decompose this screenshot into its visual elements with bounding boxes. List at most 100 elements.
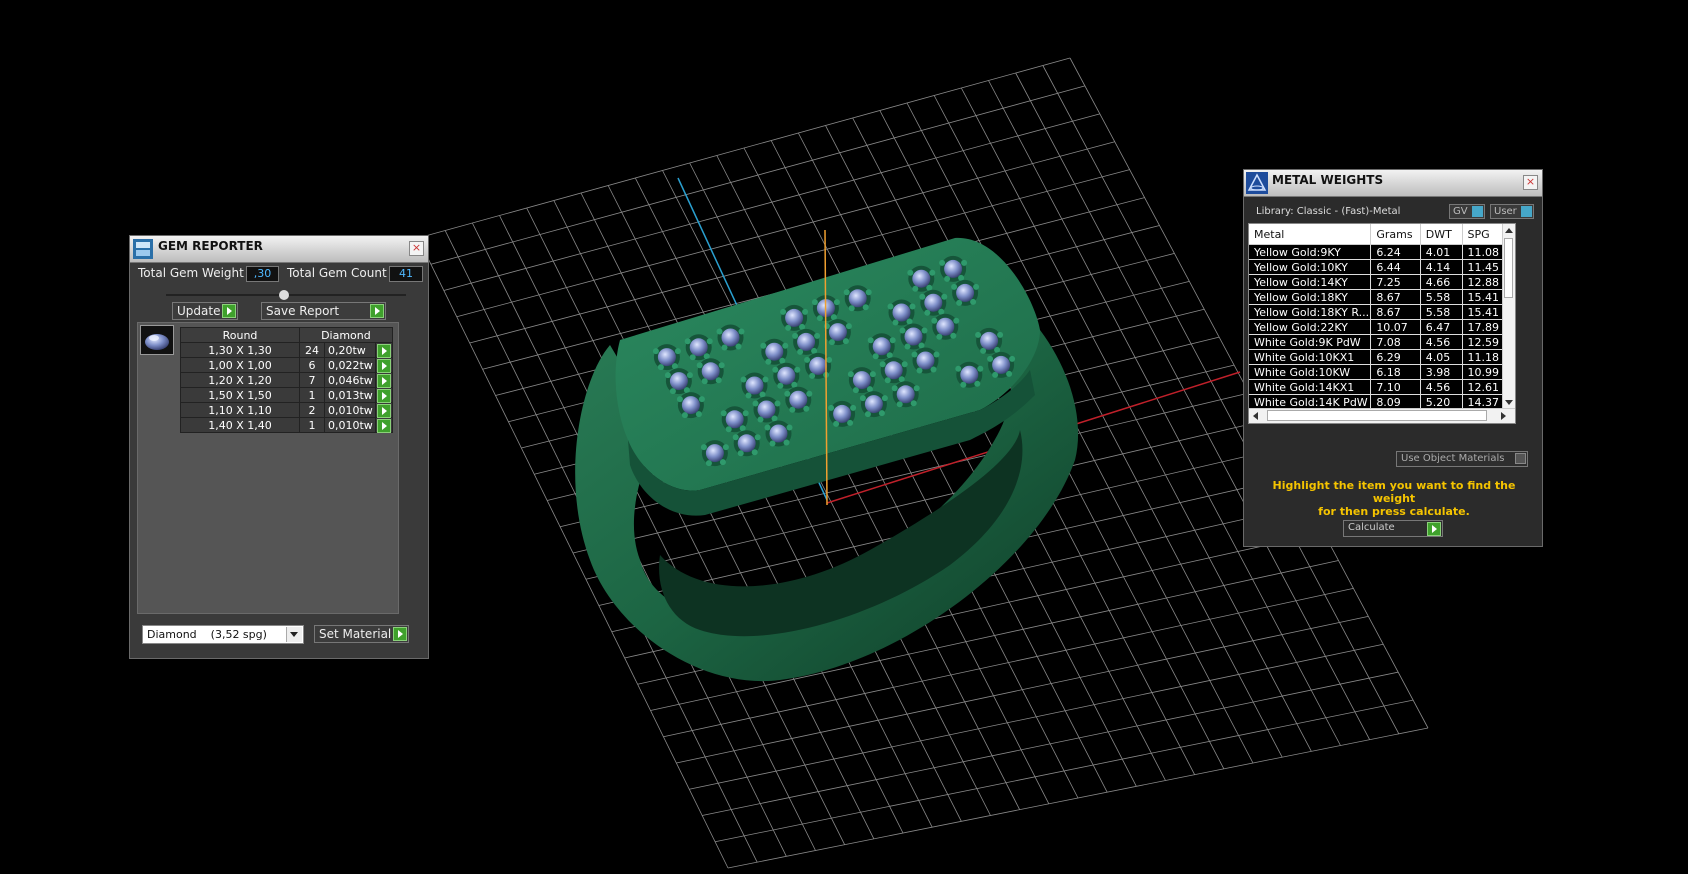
gem-prong [910,400,917,407]
grams-column-header[interactable]: Grams [1370,224,1421,245]
metal-table-row[interactable]: Yellow Gold:14KY 7.25 4.66 12.88 [1249,274,1505,290]
gem-table-row[interactable]: 1,40 X 1,40 1 0,010tw [180,417,393,433]
gem-stone [960,365,979,384]
gem-row-select-button[interactable] [374,417,393,433]
metal-table-row[interactable]: Yellow Gold:18KY 8.67 5.58 15.41 [1249,289,1505,305]
metal-column-header[interactable]: Metal [1249,224,1372,245]
gem-prong [686,372,693,379]
chevron-down-icon[interactable] [286,627,302,642]
metal-table-row[interactable]: Yellow Gold:9KY 6.24 4.01 11.08 [1249,244,1505,260]
metal-grams-cell: 10.07 [1370,319,1421,335]
metal-weights-close-icon[interactable]: × [1523,175,1538,190]
metal-grams-cell: 8.67 [1370,289,1421,305]
gem-prong [843,289,850,296]
gem-prong [879,361,886,368]
metal-grams-cell: 7.10 [1370,379,1421,395]
metal-name-cell: White Gold:10KW [1249,364,1372,380]
gem-prong [974,380,981,387]
grid-line [715,699,1414,843]
gem-row-select-button[interactable] [374,402,393,418]
gem-prong [833,299,840,306]
metal-weights-window[interactable]: METAL WEIGHTS × Library: Classic - (Fast… [1243,169,1543,547]
total-gem-weight-field[interactable]: ,30 [246,266,279,282]
gem-stone [725,410,744,429]
metal-table-row[interactable]: White Gold:14KX1 7.10 4.56 12.61 [1249,379,1505,395]
metal-list-box[interactable]: Metal Grams DWT SPG Yellow Gold:9KY 6.24 4… [1248,223,1516,424]
gem-row-go-icon [376,389,391,403]
spg-column-header[interactable]: SPG [1462,224,1505,245]
scroll-right-arrow-icon[interactable] [1501,412,1506,420]
material-select[interactable]: Diamond (3,52 spg) [142,625,304,644]
set-material-button[interactable]: Set Material [314,625,409,643]
gem-prong [867,337,874,344]
horizontal-scroll-thumb[interactable] [1267,410,1487,421]
gem-prong [878,410,885,417]
gem-prong [779,357,786,364]
vertical-scrollbar[interactable] [1502,224,1515,409]
metal-table-row[interactable]: Yellow Gold:18KY R... 8.67 5.58 15.41 [1249,304,1505,320]
gem-table-row[interactable]: 1,50 X 1,50 1 0,013tw [180,387,393,403]
metal-weights-titlebar[interactable]: METAL WEIGHTS × [1244,170,1542,197]
gem-reporter-window[interactable]: GEM REPORTER × Total Gem Weight ,30 Tota… [129,235,429,659]
gem-prong [765,358,772,365]
gem-row-select-button[interactable] [374,372,393,388]
user-toggle-indicator [1521,206,1532,217]
metal-table-row[interactable]: White Gold:10KW 6.18 3.98 10.99 [1249,364,1505,380]
update-button[interactable]: Update [172,302,238,320]
scroll-left-arrow-icon[interactable] [1253,412,1258,420]
library-label: Library: Classic - (Fast)-Metal [1256,206,1401,217]
gem-row-select-button[interactable] [374,342,393,358]
gem-reporter-close-icon[interactable]: × [409,241,424,256]
gem-prong [738,328,745,335]
gem-stone [936,317,955,336]
scroll-up-arrow-icon[interactable] [1505,228,1513,233]
gem-prong [794,366,801,373]
gem-prong [898,376,905,383]
gv-toggle[interactable]: GV [1449,204,1485,219]
metal-table-row[interactable]: White Gold:9K PdW 7.08 4.56 12.59 [1249,334,1505,350]
gem-stone [689,338,708,357]
use-object-materials-button[interactable]: Use Object Materials [1396,451,1528,467]
scroll-down-arrow-icon[interactable] [1505,400,1513,405]
gem-table-row[interactable]: 1,30 X 1,30 24 0,20tw [180,342,393,358]
metal-table-row[interactable]: White Gold:10KX1 6.29 4.05 11.18 [1249,349,1505,365]
gem-reporter-titlebar[interactable]: GEM REPORTER × [130,236,428,263]
gem-stone [701,362,720,381]
metal-table-row[interactable]: Yellow Gold:22KY 10.07 6.47 17.89 [1249,319,1505,335]
gem-prong [703,353,710,360]
horizontal-scrollbar[interactable] [1249,408,1515,423]
gem-prong [958,274,965,281]
gem-prong [719,459,726,466]
dwt-column-header[interactable]: DWT [1420,224,1463,245]
gem-list-panel[interactable]: Round Diamond 1,30 X 1,30 24 0,20tw 1,00 X … [137,322,399,614]
user-toggle[interactable]: User [1490,204,1534,219]
round-gem-icon[interactable] [140,325,174,355]
gem-table-row[interactable]: 1,00 X 1,00 6 0,022tw [180,357,393,373]
gem-prong [852,387,859,394]
gem-row-go-icon [376,374,391,388]
gem-prong [918,342,925,349]
gem-row-select-button[interactable] [374,387,393,403]
save-report-button[interactable]: Save Report [261,302,386,320]
weight-slider-handle[interactable] [279,290,289,300]
gem-table-row[interactable]: 1,10 X 1,10 2 0,010tw [180,402,393,418]
gem-prong [762,376,769,383]
gem-stone [657,348,676,367]
gem-prong [772,366,779,373]
total-gem-count-field[interactable]: 41 [389,266,423,282]
calculate-button[interactable]: Calculate [1343,520,1443,537]
gem-row-select-button[interactable] [374,357,393,373]
gem-prong [792,332,799,339]
gem-reporter-icon [132,238,154,260]
vertical-scroll-thumb[interactable] [1504,238,1513,298]
gem-prong [752,400,759,407]
gem-table-row[interactable]: 1,20 X 1,20 7 0,046tw [180,372,393,388]
metal-name-cell: White Gold:14KX1 [1249,379,1372,395]
gem-prong [676,396,683,403]
gem-prong [782,342,789,349]
metal-table-row[interactable]: Yellow Gold:10KY 6.44 4.14 11.45 [1249,259,1505,275]
gem-prong [975,331,982,338]
gem-prong [973,283,980,290]
gem-weight-cell: 0,20tw [324,342,376,358]
weight-slider[interactable] [166,290,406,300]
